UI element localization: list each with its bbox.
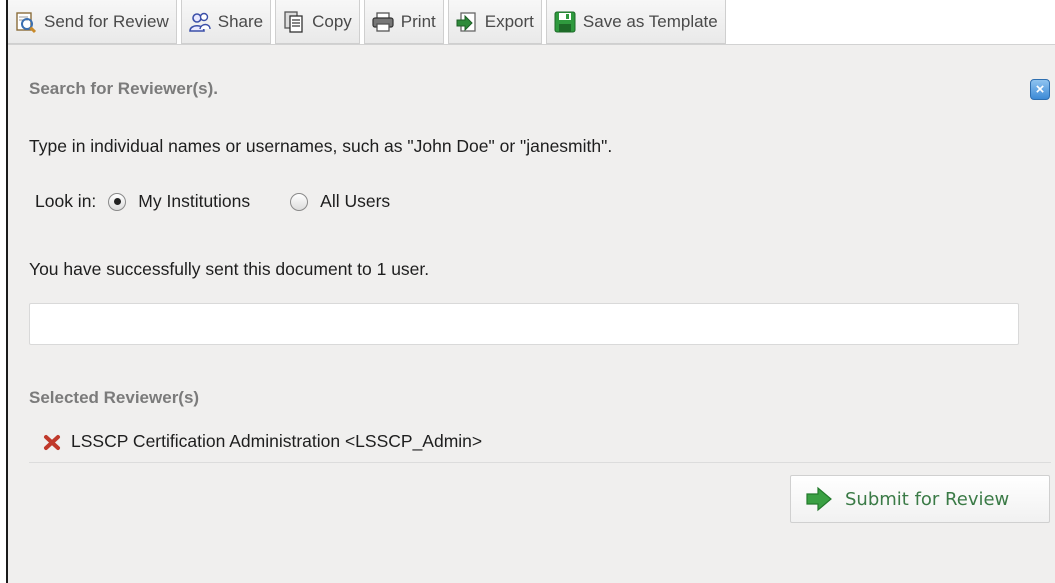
export-button[interactable]: Export	[447, 0, 542, 44]
selected-reviewers-heading: Selected Reviewer(s)	[29, 388, 200, 407]
toolbar: Send for Review Share Copy Print Export …	[8, 0, 730, 44]
close-button[interactable]: ×	[1030, 79, 1050, 100]
arrow-right-icon	[806, 486, 832, 512]
radio-selected-icon[interactable]	[108, 192, 127, 211]
review-panel: Search for Reviewer(s). × Type in indivi…	[8, 44, 1055, 583]
success-message: You have successfully sent this document…	[29, 259, 430, 279]
print-label: Print	[400, 11, 436, 31]
reviewer-name: LSSCP Certification Administration <LSSC…	[71, 431, 483, 451]
submit-for-review-button[interactable]: Submit for Review	[790, 475, 1050, 523]
copy-button[interactable]: Copy	[275, 0, 360, 44]
print-icon	[372, 11, 394, 32]
reviewer-search-input[interactable]	[29, 303, 1019, 345]
share-label: Share	[217, 11, 264, 31]
send-for-review-button[interactable]: Send for Review	[8, 0, 177, 44]
look-in-label: Look in:	[35, 191, 97, 211]
review-window: Send for Review Share Copy Print Export …	[6, 0, 1055, 583]
radio-my-institutions[interactable]: My Institutions	[108, 191, 250, 212]
share-button[interactable]: Share	[180, 0, 272, 44]
send-review-icon	[16, 11, 37, 33]
copy-icon	[284, 10, 303, 33]
copy-label: Copy	[312, 11, 352, 31]
radio-all-users-label: All Users	[320, 191, 391, 211]
close-icon: ×	[1035, 81, 1045, 98]
radio-unselected-icon[interactable]	[290, 192, 309, 211]
save-as-template-button[interactable]: Save as Template	[545, 0, 726, 44]
export-label: Export	[484, 11, 534, 31]
look-in-group: Look in: My Institutions All Users	[35, 191, 390, 212]
save-template-icon	[554, 11, 576, 32]
radio-my-institutions-label: My Institutions	[138, 191, 251, 211]
send-for-review-label: Send for Review	[44, 11, 169, 31]
remove-reviewer-icon[interactable]	[41, 431, 63, 453]
save-as-template-label: Save as Template	[582, 11, 718, 31]
reviewer-list-item: LSSCP Certification Administration <LSSC…	[29, 421, 1051, 463]
panel-title: Search for Reviewer(s).	[29, 79, 218, 98]
search-hint: Type in individual names or usernames, s…	[29, 136, 613, 156]
radio-all-users[interactable]: All Users	[290, 191, 390, 212]
submit-label: Submit for Review	[845, 488, 1010, 510]
export-icon	[456, 11, 476, 32]
share-icon	[188, 12, 211, 32]
print-button[interactable]: Print	[363, 0, 444, 44]
